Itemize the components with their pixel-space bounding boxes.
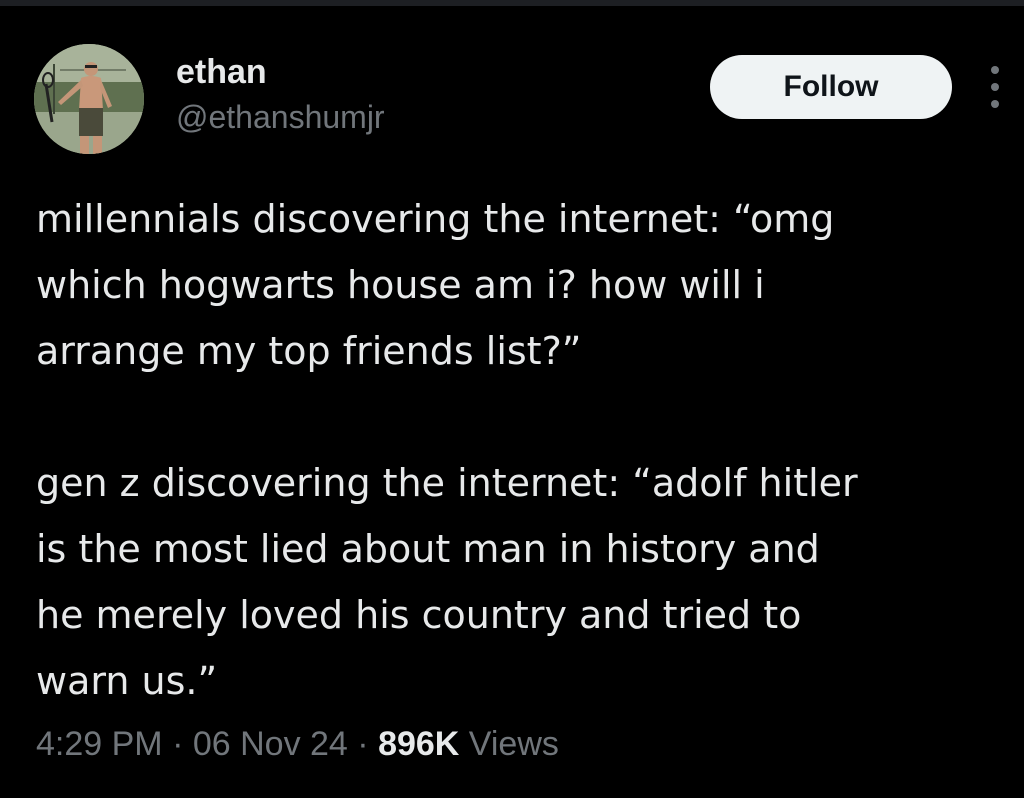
avatar[interactable] — [34, 44, 144, 154]
meta-separator: · — [347, 725, 379, 763]
tweet-time[interactable]: 4:29 PM — [36, 725, 163, 763]
avatar-photo — [34, 44, 144, 154]
author-display-name[interactable]: ethan — [176, 52, 385, 92]
tweet-line: warn us.” — [36, 659, 218, 703]
tweet-text: millennials discovering the internet: “o… — [36, 186, 1006, 714]
tweet-paragraph: gen z discovering the internet: “adolf h… — [36, 450, 1006, 714]
meta-separator: · — [162, 725, 193, 763]
tweet-line: which hogwarts house am i? how will i — [36, 263, 765, 307]
more-dot — [991, 100, 999, 108]
author-info: ethan @ethanshumjr — [176, 52, 385, 136]
top-divider — [0, 0, 1024, 6]
tweet-meta: 4:29 PM · 06 Nov 24 · 896K Views — [36, 722, 559, 766]
more-vertical-icon[interactable] — [980, 64, 1010, 110]
views-label: Views — [459, 725, 559, 763]
follow-button[interactable]: Follow — [710, 55, 952, 119]
tweet-line: arrange my top friends list?” — [36, 329, 582, 373]
more-dot — [991, 66, 999, 74]
tweet-date[interactable]: 06 Nov 24 — [193, 725, 348, 763]
tweet-line: gen z discovering the internet: “adolf h… — [36, 461, 858, 505]
more-dot — [991, 83, 999, 91]
tweet-paragraph: millennials discovering the internet: “o… — [36, 186, 1006, 384]
author-handle[interactable]: @ethanshumjr — [176, 98, 385, 136]
views-count: 896K — [378, 725, 460, 763]
tweet-line: millennials discovering the internet: “o… — [36, 197, 835, 241]
tweet-line: is the most lied about man in history an… — [36, 527, 820, 571]
tweet-line: he merely loved his country and tried to — [36, 593, 802, 637]
